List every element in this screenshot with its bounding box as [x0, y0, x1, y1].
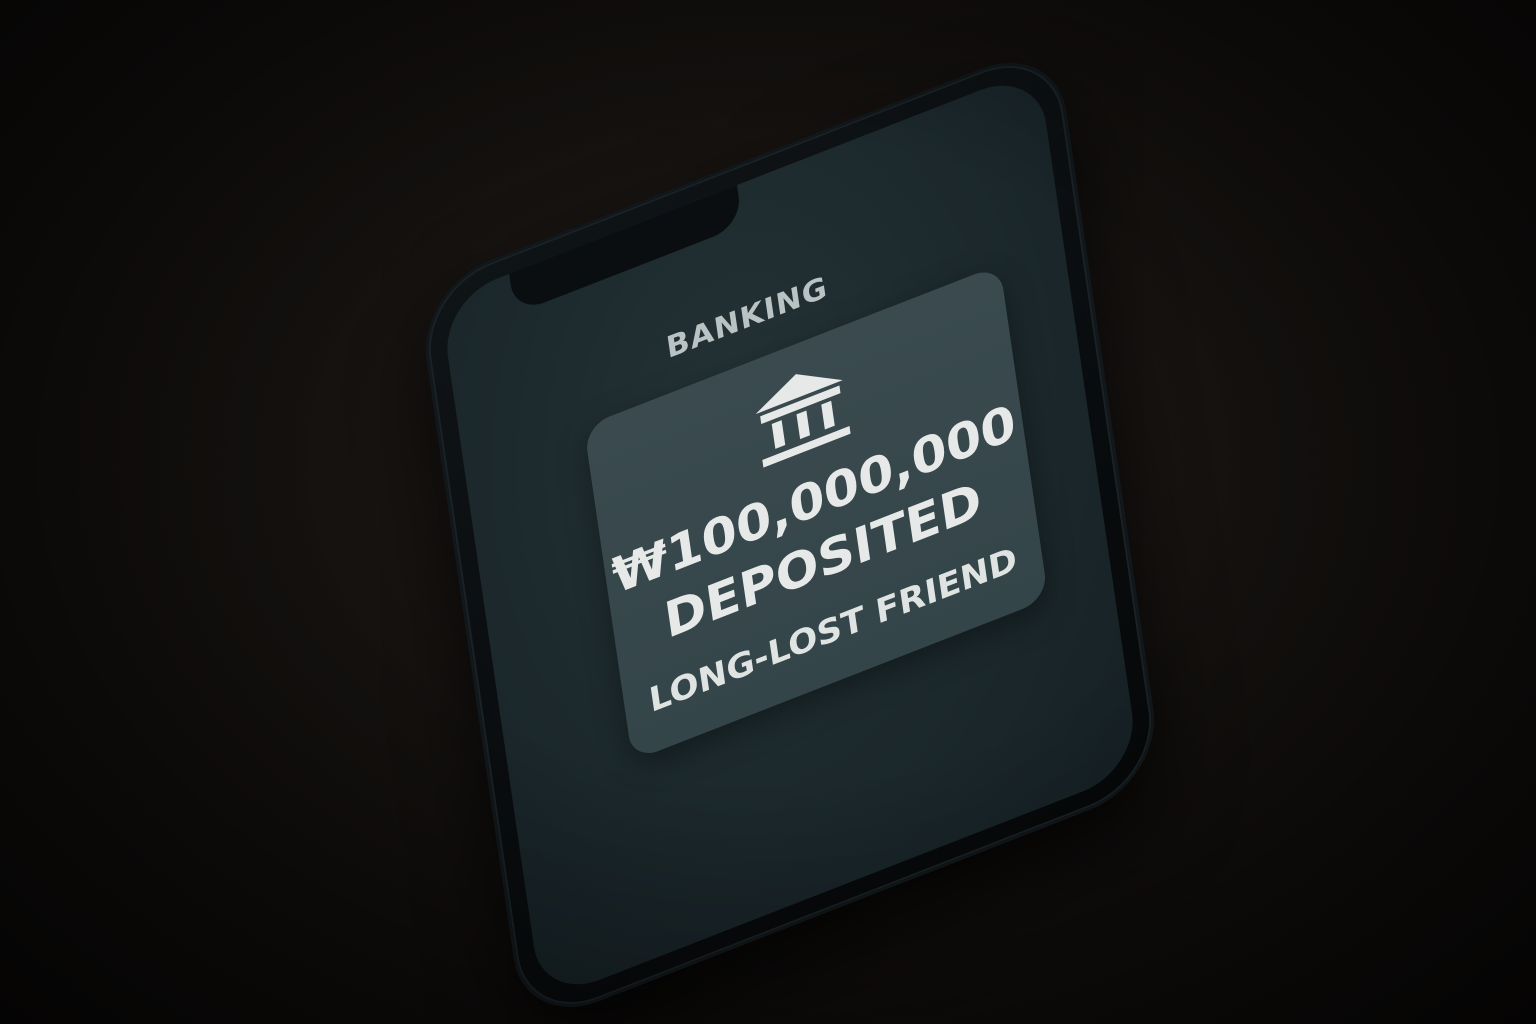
bank-icon	[755, 374, 851, 468]
smartphone: BANKING ₩100,000,000 DEPOSITED LONG-LOST…	[419, 43, 1161, 1024]
phone-notch	[508, 183, 743, 315]
deposit-notification-card[interactable]: ₩100,000,000 DEPOSITED LONG-LOST FRIEND	[583, 264, 1049, 762]
phone-screen: BANKING ₩100,000,000 DEPOSITED LONG-LOST…	[439, 67, 1141, 1003]
scene: BANKING ₩100,000,000 DEPOSITED LONG-LOST…	[0, 0, 1536, 1024]
